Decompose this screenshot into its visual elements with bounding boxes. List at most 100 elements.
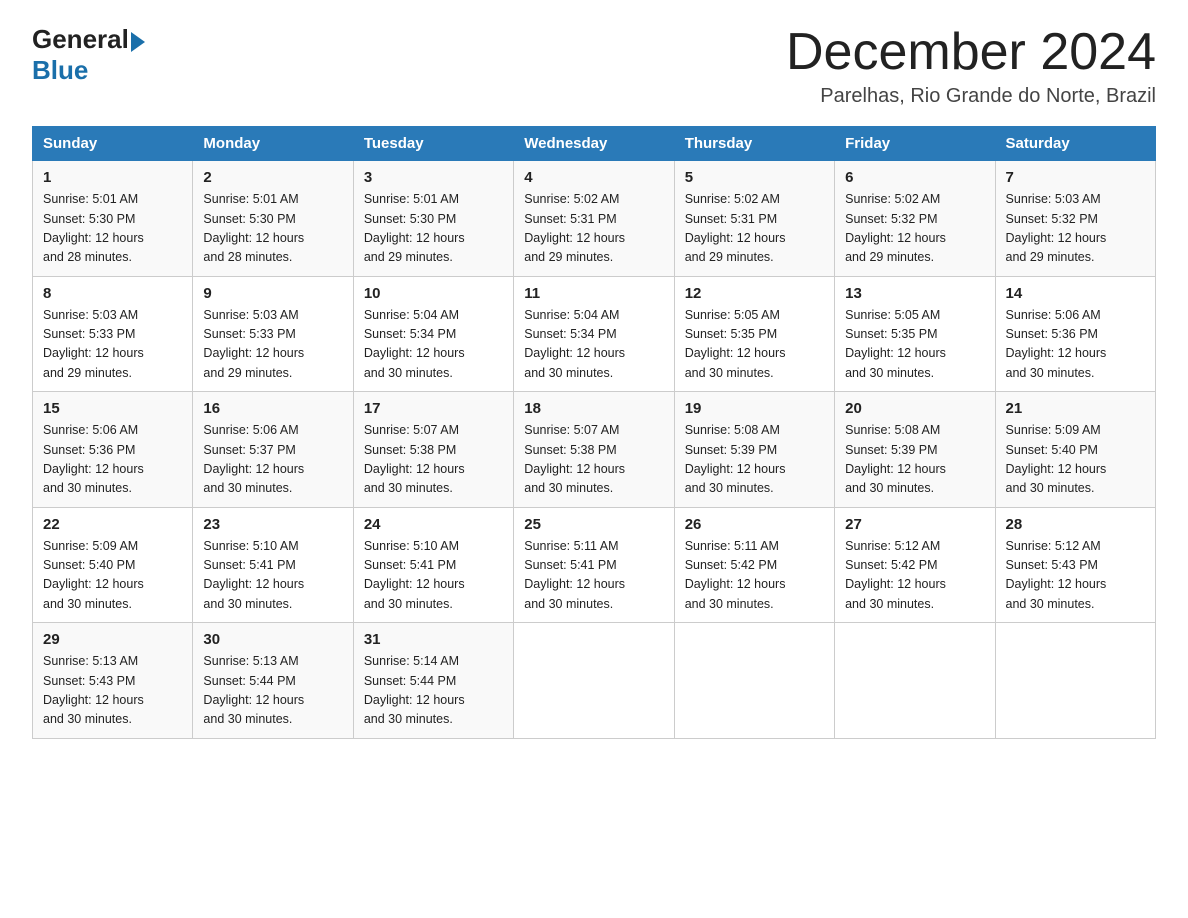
day-info: Sunrise: 5:12 AMSunset: 5:43 PMDaylight:… xyxy=(1006,537,1145,615)
day-number: 23 xyxy=(203,516,342,533)
day-number: 28 xyxy=(1006,516,1145,533)
day-info: Sunrise: 5:11 AMSunset: 5:42 PMDaylight:… xyxy=(685,537,824,615)
calendar-cell xyxy=(514,623,674,739)
calendar-cell: 5 Sunrise: 5:02 AMSunset: 5:31 PMDaylight… xyxy=(674,161,834,277)
day-number: 12 xyxy=(685,285,824,302)
day-info: Sunrise: 5:05 AMSunset: 5:35 PMDaylight:… xyxy=(685,306,824,384)
calendar-cell: 21 Sunrise: 5:09 AMSunset: 5:40 PMDayligh… xyxy=(995,392,1155,508)
calendar-cell: 14 Sunrise: 5:06 AMSunset: 5:36 PMDayligh… xyxy=(995,276,1155,392)
calendar-table: SundayMondayTuesdayWednesdayThursdayFrid… xyxy=(32,126,1156,739)
column-header-friday: Friday xyxy=(835,127,995,161)
logo-arrow-icon xyxy=(131,32,145,52)
calendar-cell xyxy=(674,623,834,739)
day-number: 17 xyxy=(364,400,503,417)
day-number: 10 xyxy=(364,285,503,302)
day-info: Sunrise: 5:03 AMSunset: 5:33 PMDaylight:… xyxy=(43,306,182,384)
day-info: Sunrise: 5:01 AMSunset: 5:30 PMDaylight:… xyxy=(43,190,182,268)
logo-blue: Blue xyxy=(32,55,145,86)
day-number: 21 xyxy=(1006,400,1145,417)
day-info: Sunrise: 5:14 AMSunset: 5:44 PMDaylight:… xyxy=(364,652,503,730)
calendar-cell: 17 Sunrise: 5:07 AMSunset: 5:38 PMDayligh… xyxy=(353,392,513,508)
day-info: Sunrise: 5:06 AMSunset: 5:37 PMDaylight:… xyxy=(203,421,342,499)
day-number: 31 xyxy=(364,631,503,648)
calendar-cell: 13 Sunrise: 5:05 AMSunset: 5:35 PMDayligh… xyxy=(835,276,995,392)
calendar-cell: 19Sunrise: 5:08 AMSunset: 5:39 PMDayligh… xyxy=(674,392,834,508)
calendar-week-row: 1Sunrise: 5:01 AMSunset: 5:30 PMDaylight… xyxy=(33,161,1156,277)
calendar-cell: 1Sunrise: 5:01 AMSunset: 5:30 PMDaylight… xyxy=(33,161,193,277)
column-header-thursday: Thursday xyxy=(674,127,834,161)
day-number: 30 xyxy=(203,631,342,648)
day-number: 14 xyxy=(1006,285,1145,302)
calendar-week-row: 29Sunrise: 5:13 AMSunset: 5:43 PMDayligh… xyxy=(33,623,1156,739)
calendar-cell: 15 Sunrise: 5:06 AMSunset: 5:36 PMDayligh… xyxy=(33,392,193,508)
calendar-week-row: 22Sunrise: 5:09 AMSunset: 5:40 PMDayligh… xyxy=(33,507,1156,623)
calendar-cell: 6Sunrise: 5:02 AMSunset: 5:32 PMDaylight… xyxy=(835,161,995,277)
column-header-monday: Monday xyxy=(193,127,353,161)
calendar-cell: 22Sunrise: 5:09 AMSunset: 5:40 PMDayligh… xyxy=(33,507,193,623)
day-number: 5 xyxy=(685,169,824,186)
day-number: 24 xyxy=(364,516,503,533)
day-number: 16 xyxy=(203,400,342,417)
day-number: 13 xyxy=(845,285,984,302)
day-number: 8 xyxy=(43,285,182,302)
calendar-cell: 11 Sunrise: 5:04 AMSunset: 5:34 PMDayligh… xyxy=(514,276,674,392)
day-info: Sunrise: 5:03 AMSunset: 5:33 PMDaylight:… xyxy=(203,306,342,384)
calendar-week-row: 8 Sunrise: 5:03 AMSunset: 5:33 PMDaylight… xyxy=(33,276,1156,392)
calendar-cell: 20Sunrise: 5:08 AMSunset: 5:39 PMDayligh… xyxy=(835,392,995,508)
day-info: Sunrise: 5:06 AMSunset: 5:36 PMDaylight:… xyxy=(1006,306,1145,384)
day-number: 9 xyxy=(203,285,342,302)
day-number: 7 xyxy=(1006,169,1145,186)
day-info: Sunrise: 5:01 AMSunset: 5:30 PMDaylight:… xyxy=(364,190,503,268)
day-number: 25 xyxy=(524,516,663,533)
day-number: 19 xyxy=(685,400,824,417)
day-number: 18 xyxy=(524,400,663,417)
day-info: Sunrise: 5:07 AMSunset: 5:38 PMDaylight:… xyxy=(364,421,503,499)
calendar-cell: 25 Sunrise: 5:11 AMSunset: 5:41 PMDayligh… xyxy=(514,507,674,623)
day-info: Sunrise: 5:10 AMSunset: 5:41 PMDaylight:… xyxy=(203,537,342,615)
calendar-cell: 8 Sunrise: 5:03 AMSunset: 5:33 PMDaylight… xyxy=(33,276,193,392)
calendar-cell: 12 Sunrise: 5:05 AMSunset: 5:35 PMDayligh… xyxy=(674,276,834,392)
day-info: Sunrise: 5:04 AMSunset: 5:34 PMDaylight:… xyxy=(524,306,663,384)
page-title: December 2024 xyxy=(786,24,1156,81)
day-info: Sunrise: 5:04 AMSunset: 5:34 PMDaylight:… xyxy=(364,306,503,384)
day-info: Sunrise: 5:09 AMSunset: 5:40 PMDaylight:… xyxy=(43,537,182,615)
column-header-wednesday: Wednesday xyxy=(514,127,674,161)
title-area: December 2024 Parelhas, Rio Grande do No… xyxy=(786,24,1156,108)
day-info: Sunrise: 5:07 AMSunset: 5:38 PMDaylight:… xyxy=(524,421,663,499)
calendar-cell xyxy=(995,623,1155,739)
day-number: 20 xyxy=(845,400,984,417)
day-number: 29 xyxy=(43,631,182,648)
day-info: Sunrise: 5:09 AMSunset: 5:40 PMDaylight:… xyxy=(1006,421,1145,499)
calendar-cell: 2 Sunrise: 5:01 AMSunset: 5:30 PMDaylight… xyxy=(193,161,353,277)
day-info: Sunrise: 5:03 AMSunset: 5:32 PMDaylight:… xyxy=(1006,190,1145,268)
calendar-cell: 31 Sunrise: 5:14 AMSunset: 5:44 PMDayligh… xyxy=(353,623,513,739)
day-number: 15 xyxy=(43,400,182,417)
calendar-cell: 18 Sunrise: 5:07 AMSunset: 5:38 PMDayligh… xyxy=(514,392,674,508)
calendar-cell: 24 Sunrise: 5:10 AMSunset: 5:41 PMDayligh… xyxy=(353,507,513,623)
column-header-tuesday: Tuesday xyxy=(353,127,513,161)
calendar-cell: 28 Sunrise: 5:12 AMSunset: 5:43 PMDayligh… xyxy=(995,507,1155,623)
day-number: 27 xyxy=(845,516,984,533)
day-number: 4 xyxy=(524,169,663,186)
day-info: Sunrise: 5:10 AMSunset: 5:41 PMDaylight:… xyxy=(364,537,503,615)
day-info: Sunrise: 5:02 AMSunset: 5:31 PMDaylight:… xyxy=(524,190,663,268)
calendar-week-row: 15 Sunrise: 5:06 AMSunset: 5:36 PMDayligh… xyxy=(33,392,1156,508)
day-info: Sunrise: 5:02 AMSunset: 5:31 PMDaylight:… xyxy=(685,190,824,268)
day-info: Sunrise: 5:06 AMSunset: 5:36 PMDaylight:… xyxy=(43,421,182,499)
calendar-cell: 7 Sunrise: 5:03 AMSunset: 5:32 PMDaylight… xyxy=(995,161,1155,277)
calendar-cell: 29Sunrise: 5:13 AMSunset: 5:43 PMDayligh… xyxy=(33,623,193,739)
day-info: Sunrise: 5:12 AMSunset: 5:42 PMDaylight:… xyxy=(845,537,984,615)
day-number: 11 xyxy=(524,285,663,302)
logo: General Blue xyxy=(32,24,145,86)
calendar-cell: 16 Sunrise: 5:06 AMSunset: 5:37 PMDayligh… xyxy=(193,392,353,508)
page-header: General Blue December 2024 Parelhas, Rio… xyxy=(32,24,1156,108)
calendar-cell: 10 Sunrise: 5:04 AMSunset: 5:34 PMDayligh… xyxy=(353,276,513,392)
day-info: Sunrise: 5:11 AMSunset: 5:41 PMDaylight:… xyxy=(524,537,663,615)
day-info: Sunrise: 5:05 AMSunset: 5:35 PMDaylight:… xyxy=(845,306,984,384)
column-header-saturday: Saturday xyxy=(995,127,1155,161)
day-info: Sunrise: 5:01 AMSunset: 5:30 PMDaylight:… xyxy=(203,190,342,268)
page-subtitle: Parelhas, Rio Grande do Norte, Brazil xyxy=(786,85,1156,108)
day-number: 2 xyxy=(203,169,342,186)
day-number: 6 xyxy=(845,169,984,186)
day-number: 26 xyxy=(685,516,824,533)
